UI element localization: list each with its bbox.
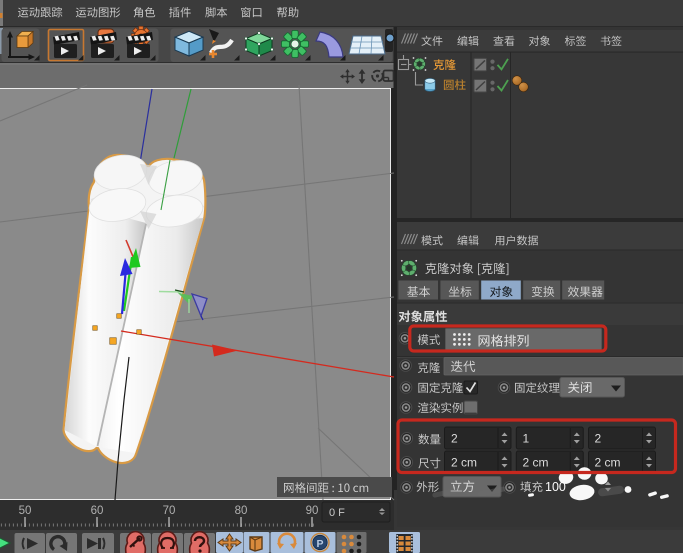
svg-text:1: 1 (523, 432, 530, 446)
svg-text:2 cm: 2 cm (523, 456, 549, 470)
svg-text:50: 50 (19, 505, 32, 517)
svg-text:0 F: 0 F (329, 507, 345, 519)
svg-text:70: 70 (163, 505, 176, 517)
svg-text:2: 2 (451, 432, 458, 446)
svg-text:80: 80 (235, 505, 248, 517)
svg-text:2 cm: 2 cm (451, 456, 477, 470)
svg-text:P: P (316, 538, 323, 550)
svg-text:2: 2 (595, 432, 602, 446)
svg-text:90: 90 (306, 505, 319, 517)
svg-text:2 cm: 2 cm (595, 456, 621, 470)
svg-text:60: 60 (91, 505, 104, 517)
